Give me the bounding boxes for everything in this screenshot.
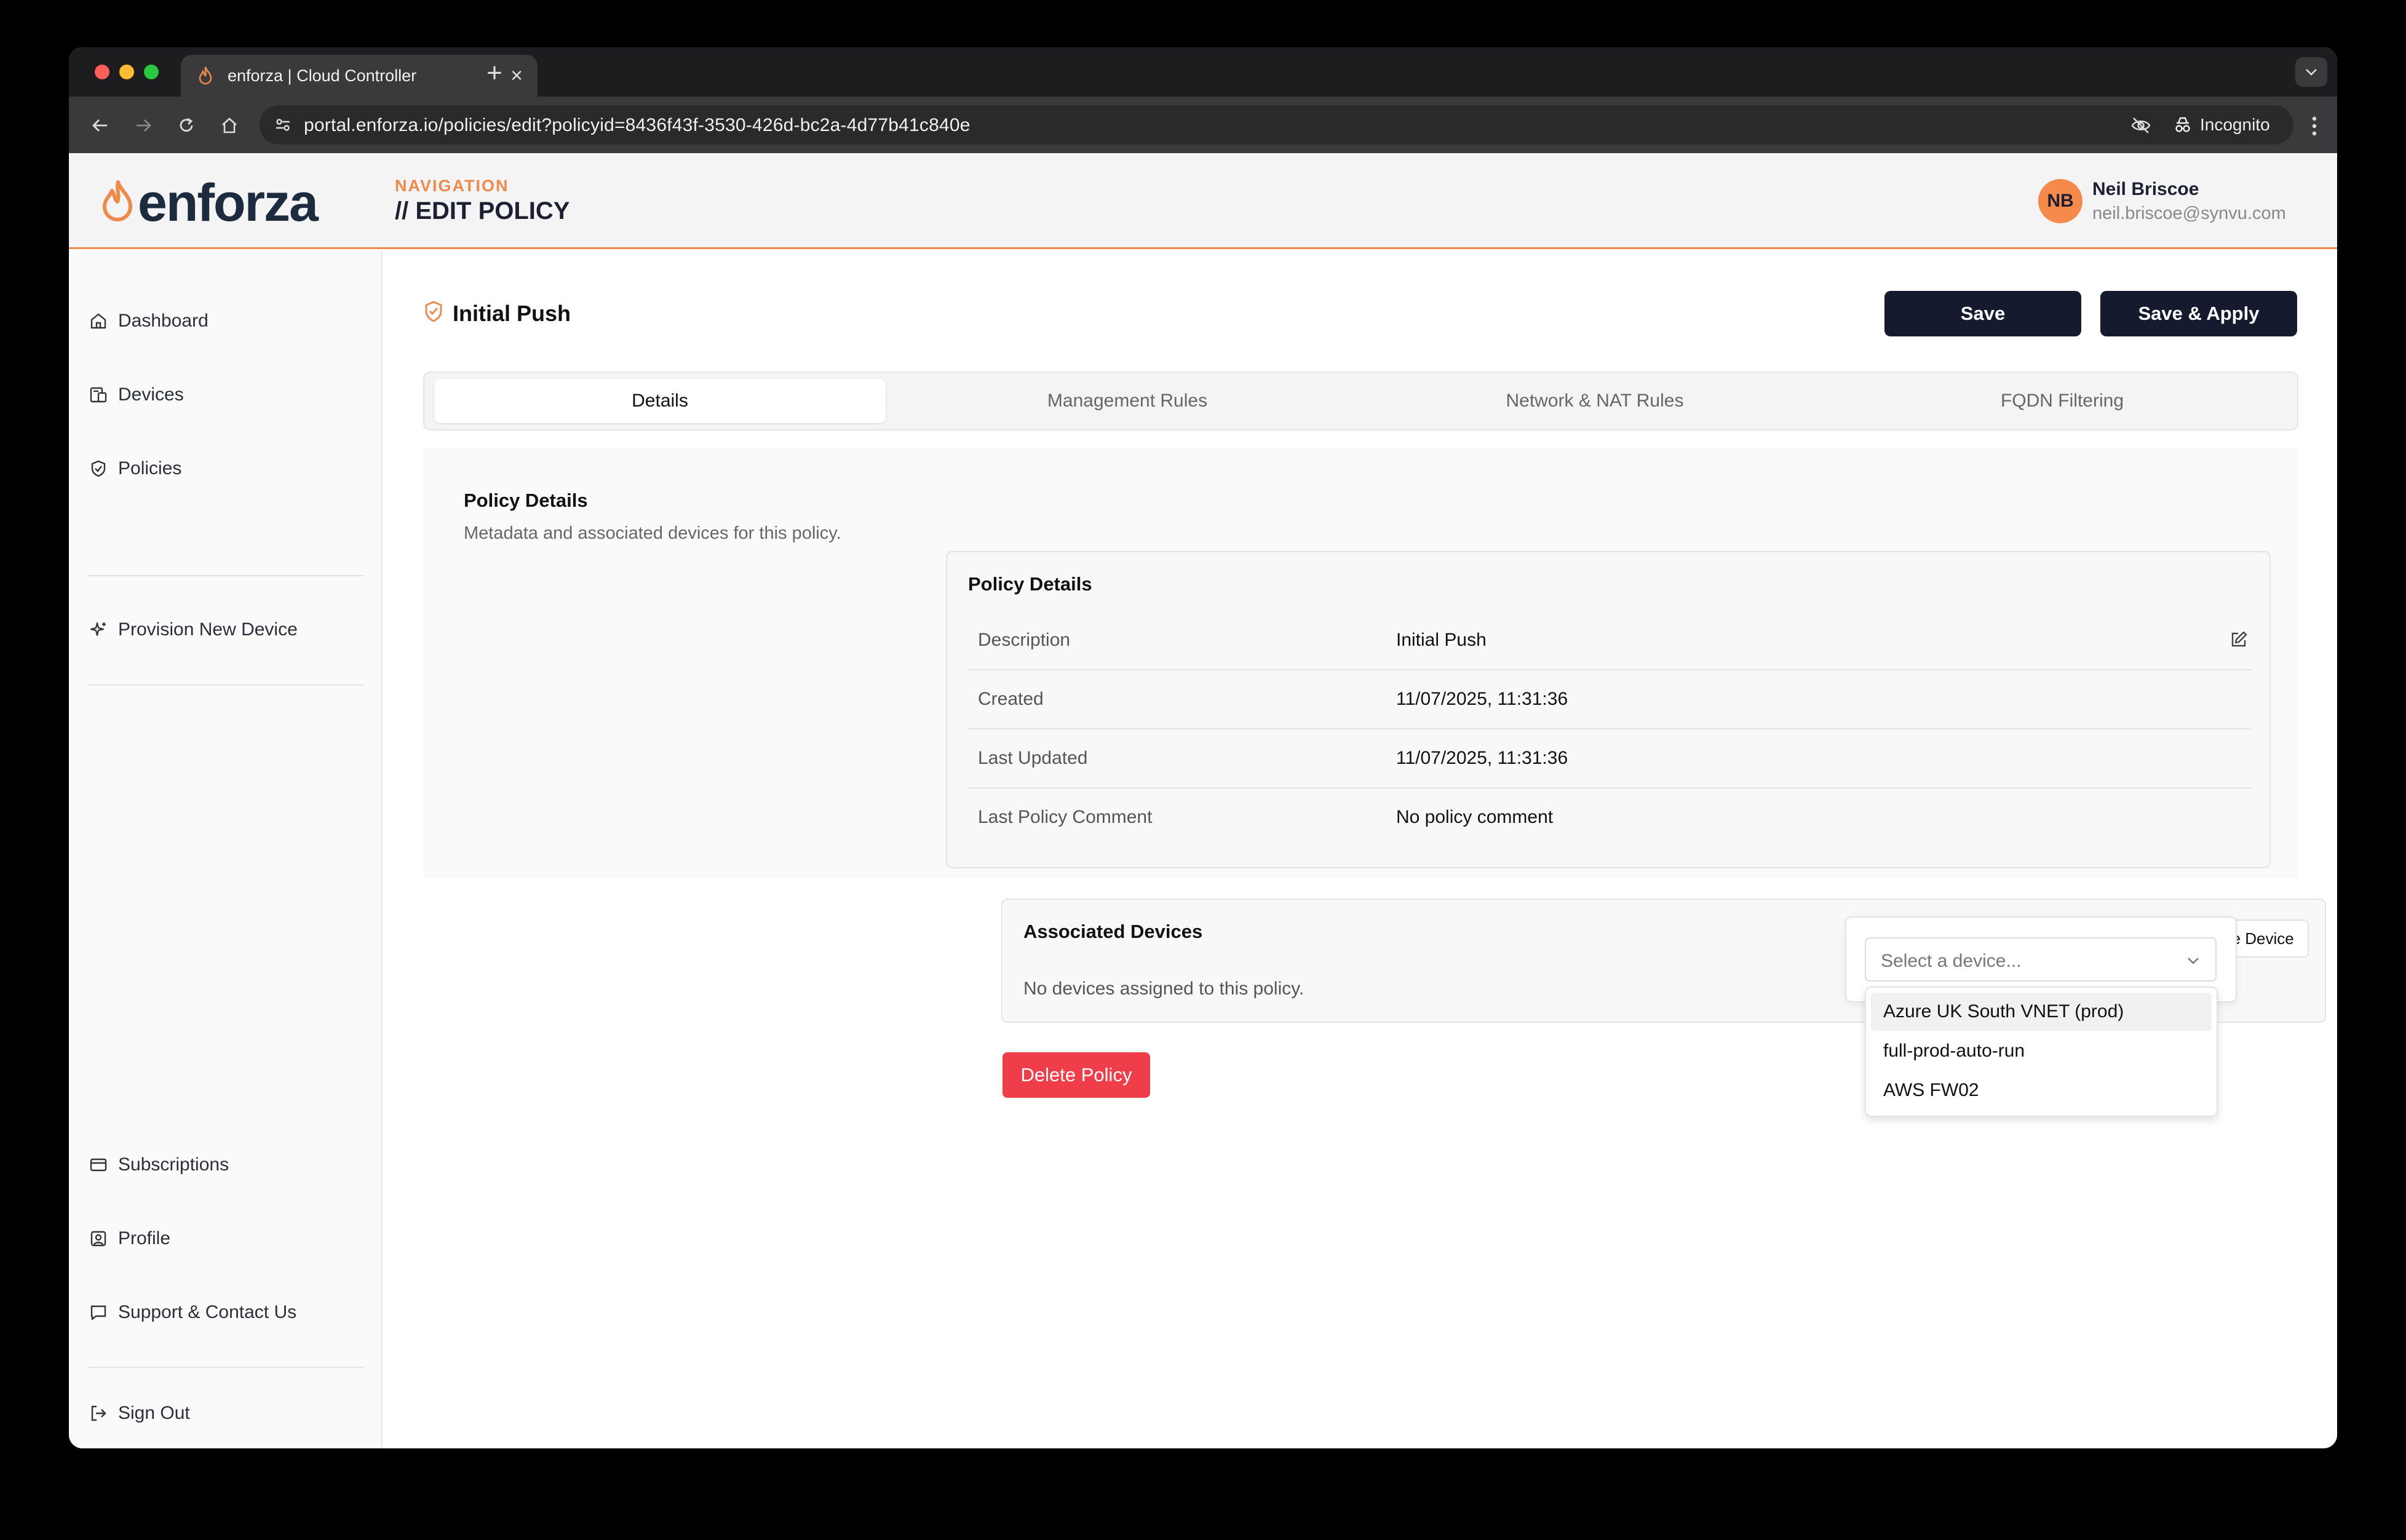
shield-icon [87, 458, 109, 480]
devices-icon [87, 384, 109, 406]
save-button[interactable]: Save [1884, 291, 2081, 336]
tab-details[interactable]: Details [434, 379, 886, 423]
home-icon [87, 310, 109, 332]
sidebar-item-support[interactable]: Support & Contact Us [87, 1294, 296, 1331]
sidebar-divider [87, 575, 364, 576]
detail-row-created: Created 11/07/2025, 11:31:36 [968, 670, 2251, 729]
sidebar-item-profile[interactable]: Profile [87, 1220, 170, 1257]
maximize-window-button[interactable] [144, 65, 159, 79]
sidebar-item-policies[interactable]: Policies [87, 450, 181, 487]
save-apply-button[interactable]: Save & Apply [2100, 291, 2297, 336]
policy-header: Initial Push [423, 300, 571, 327]
browser-menu-icon[interactable] [2305, 113, 2324, 140]
sidebar-divider [87, 1367, 364, 1368]
detail-value: 11/07/2025, 11:31:36 [1396, 748, 1568, 768]
sidebar-item-sign-out[interactable]: Sign Out [87, 1395, 190, 1432]
policy-tabs: Details Management Rules Network & NAT R… [423, 371, 2298, 431]
section-subtitle: Metadata and associated devices for this… [464, 523, 841, 543]
brand-logo[interactable]: enforza [100, 173, 319, 232]
sidebar: Dashboard Devices Policies Provision New… [69, 251, 383, 1448]
device-dropdown-menu: Azure UK South VNET (prod) full-prod-aut… [1865, 986, 2218, 1117]
credit-card-icon [87, 1154, 109, 1176]
address-bar[interactable]: portal.enforza.io/policies/edit?policyid… [260, 105, 2197, 145]
user-name: Neil Briscoe [2092, 179, 2199, 199]
tab-network-nat-rules[interactable]: Network & NAT Rules [1369, 379, 1820, 423]
sidebar-item-label: Support & Contact Us [118, 1302, 297, 1322]
detail-row-description: Description Initial Push [968, 611, 2251, 670]
chat-icon [87, 1301, 109, 1324]
device-select-placeholder: Select a device... [1881, 951, 2022, 971]
reload-icon[interactable] [172, 111, 200, 140]
sidebar-item-devices[interactable]: Devices [87, 376, 184, 413]
browser-window: enforza | Cloud Controller × + portal.en… [69, 47, 2337, 1448]
avatar[interactable]: NB [2038, 179, 2082, 223]
incognito-label: Incognito [2200, 115, 2270, 134]
policy-name: Initial Push [453, 300, 571, 326]
detail-value: 11/07/2025, 11:31:36 [1396, 689, 1568, 709]
sidebar-divider [87, 685, 364, 686]
site-settings-icon[interactable] [272, 114, 294, 136]
detail-key: Created [978, 689, 1044, 709]
flame-icon [194, 65, 216, 87]
edit-icon[interactable] [2226, 627, 2251, 652]
minimize-window-button[interactable] [119, 65, 134, 79]
sidebar-item-label: Devices [118, 384, 184, 405]
detail-value: Initial Push [1396, 630, 1487, 650]
detail-row-last-policy-comment: Last Policy Comment No policy comment [968, 788, 2251, 847]
profile-icon [87, 1228, 109, 1250]
brand-wordmark: enforza [138, 173, 319, 232]
card-title: Policy Details [968, 573, 1092, 595]
browser-tab-strip: enforza | Cloud Controller × + [69, 47, 2337, 97]
empty-devices-text: No devices assigned to this policy. [1023, 978, 1304, 999]
detail-row-last-updated: Last Updated 11/07/2025, 11:31:36 [968, 729, 2251, 788]
policy-details-card: Policy Details Description Initial Push … [946, 551, 2271, 868]
shield-check-icon [423, 300, 444, 327]
url-text: portal.enforza.io/policies/edit?policyid… [304, 115, 971, 135]
new-tab-icon[interactable]: + [480, 58, 509, 88]
card-title: Associated Devices [1023, 921, 1203, 942]
eye-off-icon[interactable] [2129, 114, 2153, 137]
sidebar-item-label: Provision New Device [118, 619, 298, 640]
tab-management-rules[interactable]: Management Rules [902, 379, 1353, 423]
main-content: Initial Push Save Save & Apply Details M… [383, 251, 2337, 1448]
home-browser-icon[interactable] [215, 111, 244, 140]
back-icon[interactable] [86, 111, 114, 140]
device-option[interactable]: full-prod-auto-run [1871, 1032, 2212, 1070]
section-title: Policy Details [464, 490, 588, 511]
sidebar-item-dashboard[interactable]: Dashboard [87, 303, 208, 339]
device-select[interactable]: Select a device... [1865, 937, 2217, 982]
sidebar-item-subscriptions[interactable]: Subscriptions [87, 1146, 229, 1183]
tab-title: enforza | Cloud Controller [228, 66, 417, 85]
device-option[interactable]: Azure UK South VNET (prod) [1871, 993, 2212, 1031]
detail-key: Description [978, 630, 1071, 650]
detail-key: Last Updated [978, 748, 1088, 768]
sparkle-icon [87, 619, 109, 641]
close-window-button[interactable] [95, 65, 109, 79]
chevron-down-icon [2182, 950, 2204, 972]
sidebar-item-provision-new-device[interactable]: Provision New Device [87, 611, 298, 648]
incognito-icon [2173, 116, 2193, 134]
browser-toolbar: portal.enforza.io/policies/edit?policyid… [69, 97, 2337, 153]
page-title: // EDIT POLICY [395, 197, 570, 224]
incognito-indicator[interactable]: Incognito [2156, 105, 2293, 145]
detail-value: No policy comment [1396, 807, 1554, 827]
tab-fqdn-filtering[interactable]: FQDN Filtering [1836, 379, 2288, 423]
sidebar-item-label: Sign Out [118, 1403, 190, 1423]
sidebar-item-label: Dashboard [118, 311, 208, 331]
sign-out-icon [87, 1402, 109, 1424]
flame-logo-icon [100, 180, 135, 227]
forward-icon[interactable] [129, 111, 157, 140]
delete-policy-button[interactable]: Delete Policy [1002, 1052, 1150, 1098]
navigation-label: NAVIGATION [395, 177, 509, 195]
tab-search-chevron-icon[interactable] [2295, 57, 2327, 87]
device-option[interactable]: AWS FW02 [1871, 1071, 2212, 1109]
sidebar-item-label: Subscriptions [118, 1154, 229, 1175]
sidebar-item-label: Profile [118, 1228, 171, 1248]
sidebar-item-label: Policies [118, 458, 182, 478]
user-email: neil.briscoe@synvu.com [2092, 204, 2286, 223]
app-header: enforza NAVIGATION // EDIT POLICY NB Nei… [69, 153, 2337, 249]
details-panel: Policy Details Metadata and associated d… [423, 448, 2298, 878]
detail-key: Last Policy Comment [978, 807, 1153, 827]
